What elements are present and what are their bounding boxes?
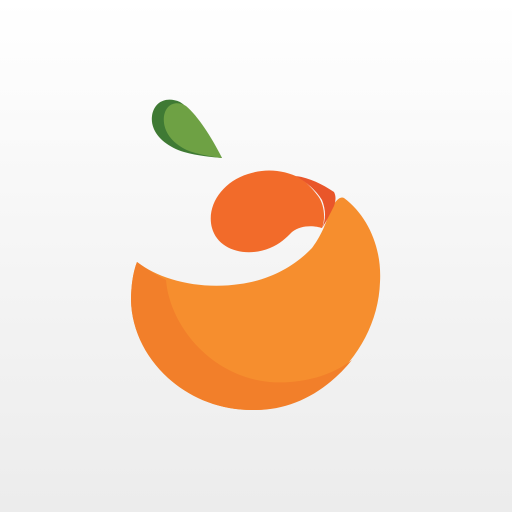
- leaf: [163, 103, 222, 158]
- app-icon-canvas: [0, 0, 512, 512]
- orange-fruit-logo-icon: [131, 99, 381, 411]
